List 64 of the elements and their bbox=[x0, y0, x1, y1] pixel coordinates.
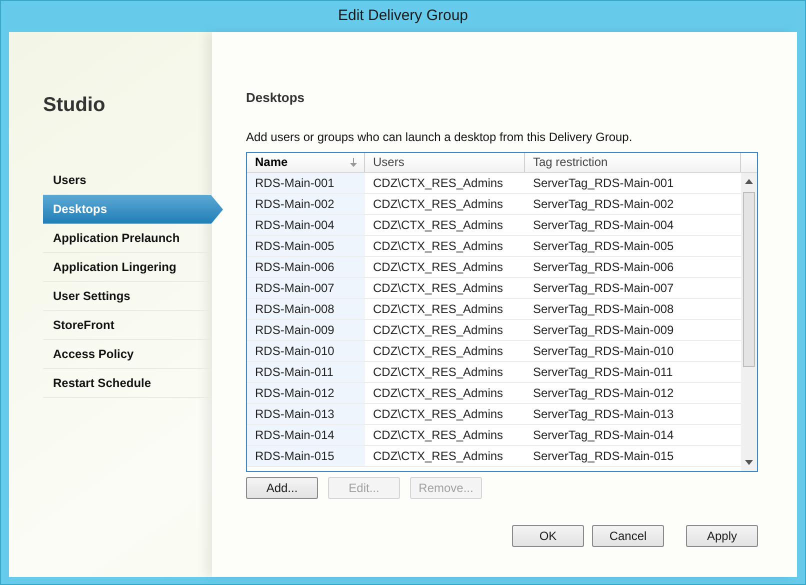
table-cell-text: ServerTag_RDS-Main-012 bbox=[532, 384, 675, 402]
table-cell-text: ServerTag_RDS-Main-005 bbox=[532, 238, 675, 254]
table-cell: RDS-Main-001 bbox=[247, 172, 365, 192]
table-cell-text: CDZ\CTX_RES_Admins bbox=[372, 448, 504, 464]
table-cell: RDS-Main-007 bbox=[247, 278, 365, 298]
sidebar-item[interactable]: Application Prelaunch bbox=[43, 224, 211, 253]
column-header[interactable]: Name bbox=[247, 152, 365, 172]
column-header[interactable]: Users bbox=[365, 152, 525, 172]
table-cell-text: CDZ\CTX_RES_Admins bbox=[372, 238, 504, 254]
page-heading: Desktops bbox=[246, 89, 306, 107]
app-title: Studio bbox=[43, 93, 106, 118]
table-cell-text: CDZ\CTX_RES_Admins bbox=[372, 258, 504, 276]
table-cell: RDS-Main-005 bbox=[247, 236, 365, 256]
sort-arrow-icon bbox=[350, 158, 357, 166]
table-cell-text: ServerTag_RDS-Main-014 bbox=[532, 426, 675, 444]
table-cell-text: ServerTag_RDS-Main-002 bbox=[532, 196, 675, 212]
column-header[interactable]: Tag restriction bbox=[525, 152, 741, 172]
table-cell-text: ServerTag_RDS-Main-011 bbox=[532, 364, 674, 380]
scroll-up-icon[interactable] bbox=[745, 178, 753, 184]
table-cell-text: ServerTag_RDS-Main-009 bbox=[532, 322, 675, 338]
dialog-button[interactable]: Cancel bbox=[592, 524, 664, 546]
sidebar-item[interactable]: Access Policy bbox=[43, 340, 211, 369]
table-cell: RDS-Main-009 bbox=[247, 320, 365, 340]
sidebar-item[interactable]: StoreFront bbox=[43, 311, 211, 340]
table-cell: RDS-Main-004 bbox=[247, 214, 365, 234]
scroll-down-icon[interactable] bbox=[745, 460, 753, 464]
scrollbar[interactable] bbox=[741, 172, 757, 470]
table-cell-text: CDZ\CTX_RES_Admins bbox=[372, 174, 504, 192]
table-cell: RDS-Main-010 bbox=[247, 340, 365, 360]
table-cell: RDS-Main-012 bbox=[247, 382, 365, 402]
table-cell: RDS-Main-006 bbox=[247, 256, 365, 276]
page-description: Add users or groups who can launch a desktop from this Delivery Group. bbox=[246, 128, 634, 146]
sidebar-item[interactable]: Restart Schedule bbox=[43, 369, 211, 398]
sidebar-item[interactable]: User Settings bbox=[43, 282, 211, 311]
table-cell-text: CDZ\CTX_RES_Admins bbox=[372, 196, 504, 212]
table-cell: RDS-Main-008 bbox=[247, 298, 365, 318]
table-cell-text: ServerTag_RDS-Main-001 bbox=[532, 174, 675, 192]
table-cell-text: CDZ\CTX_RES_Admins bbox=[372, 300, 504, 318]
table-cell: RDS-Main-014 bbox=[247, 424, 365, 444]
table-cell-text: CDZ\CTX_RES_Admins bbox=[372, 342, 504, 360]
table-cell: RDS-Main-015 bbox=[247, 446, 365, 466]
table-cell-text: CDZ\CTX_RES_Admins bbox=[372, 384, 504, 402]
scroll-thumb[interactable] bbox=[743, 192, 755, 366]
table-cell-text: CDZ\CTX_RES_Admins bbox=[372, 406, 504, 422]
dialog-button[interactable]: OK bbox=[512, 524, 584, 546]
table-cell-text: CDZ\CTX_RES_Admins bbox=[372, 426, 504, 444]
table-cell-text: CDZ\CTX_RES_Admins bbox=[372, 322, 504, 338]
table-cell-text: ServerTag_RDS-Main-004 bbox=[532, 216, 675, 234]
dialog-button[interactable]: Apply bbox=[686, 524, 758, 546]
table-cell-text: ServerTag_RDS-Main-010 bbox=[532, 342, 675, 360]
window-title: Edit Delivery Group bbox=[336, 6, 470, 26]
table-cell-text: ServerTag_RDS-Main-015 bbox=[532, 448, 675, 464]
table-cell: RDS-Main-002 bbox=[247, 194, 365, 214]
table-cell-text: CDZ\CTX_RES_Admins bbox=[372, 280, 504, 296]
table-cell: RDS-Main-011 bbox=[247, 362, 365, 382]
table-cell-text: ServerTag_RDS-Main-007 bbox=[532, 280, 675, 296]
table-cell-text: ServerTag_RDS-Main-006 bbox=[532, 258, 675, 276]
table-cell-text: ServerTag_RDS-Main-008 bbox=[532, 300, 675, 318]
table-cell-text: CDZ\CTX_RES_Admins bbox=[372, 216, 504, 234]
table-cell: RDS-Main-013 bbox=[247, 404, 365, 424]
table-cell-text: CDZ\CTX_RES_Admins bbox=[372, 364, 504, 380]
sidebar-item[interactable]: Application Lingering bbox=[43, 253, 211, 282]
table-cell-text: ServerTag_RDS-Main-013 bbox=[532, 406, 675, 422]
table-action-button[interactable]: Add... bbox=[246, 476, 318, 498]
